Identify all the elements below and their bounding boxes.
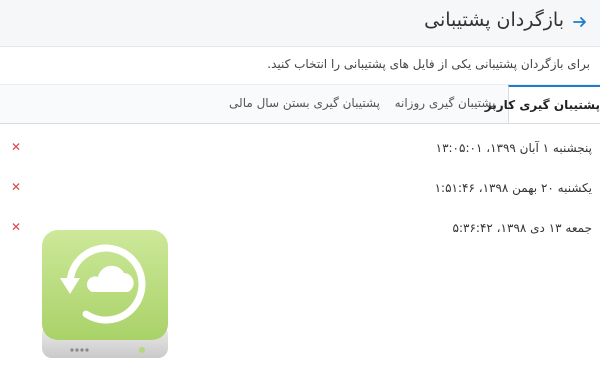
arrow-right-icon	[573, 17, 586, 27]
tab-daily-backup[interactable]: پشتیبان گیری روزانه	[390, 85, 500, 123]
instruction-text: برای بازگردان پشتیبانی یکی از فایل های پ…	[267, 57, 590, 71]
backup-date[interactable]: پنجشنبه ۱ آبان ۱۳۹۹، ۱۳:۰۵:۰۱	[436, 141, 592, 155]
backup-date[interactable]: جمعه ۱۳ دی ۱۳۹۸، ۵:۳۶:۴۲	[453, 221, 592, 235]
close-icon[interactable]: ✕	[10, 141, 22, 153]
backup-restore-app-icon	[40, 228, 170, 360]
tab-user-backup[interactable]: پشتیبان گیری کاربر	[485, 85, 600, 123]
page-header: بازگردان پشتیبانی	[0, 0, 600, 47]
page-title: بازگردان پشتیبانی	[424, 9, 564, 31]
close-icon[interactable]: ✕	[10, 181, 22, 193]
backup-row: پنجشنبه ۱ آبان ۱۳۹۹، ۱۳:۰۵:۰۱ ✕	[0, 138, 600, 160]
backup-row: یکشنبه ۲۰ بهمن ۱۳۹۸، ۱:۵۱:۴۶ ✕	[0, 178, 600, 200]
backup-type-tabs: پشتیبان گیری کاربر پشتیبان گیری روزانه پ…	[0, 84, 600, 124]
tab-fiscal-year-close-backup[interactable]: پشتیبان گیری بستن سال مالی	[229, 85, 380, 123]
backup-date[interactable]: یکشنبه ۲۰ بهمن ۱۳۹۸، ۱:۵۱:۴۶	[435, 181, 592, 195]
back-arrow-icon[interactable]	[570, 12, 590, 32]
close-icon[interactable]: ✕	[10, 221, 22, 233]
